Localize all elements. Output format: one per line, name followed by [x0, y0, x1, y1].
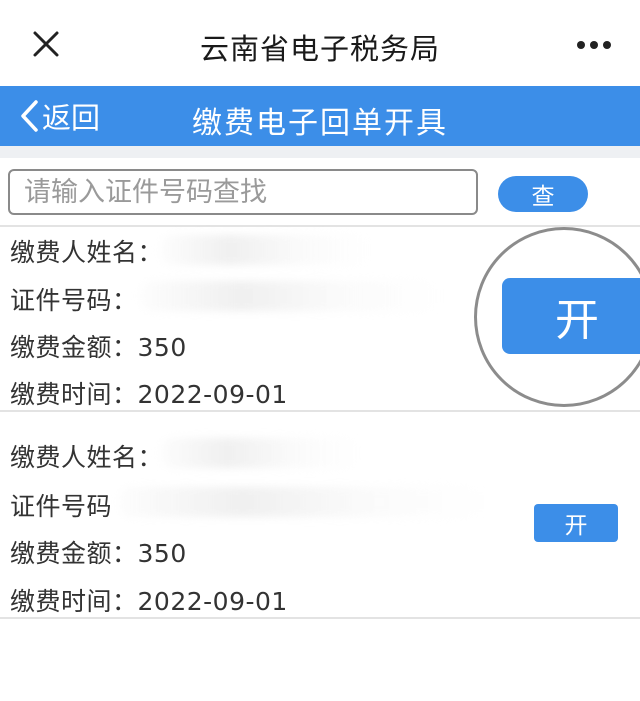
open-receipt-button[interactable]: 开: [534, 504, 618, 542]
section-gap: [0, 146, 640, 158]
nav-bar: 返回 缴费电子回单开具: [0, 86, 640, 146]
amount-value: 350: [137, 539, 187, 568]
id-number-label: 证件号码：: [10, 286, 138, 315]
amount-row: 缴费金额：350: [10, 534, 187, 570]
amount-row: 缴费金额：350: [10, 328, 187, 364]
redacted-payer-name: [160, 438, 360, 468]
redacted-id-number: [140, 281, 440, 311]
payer-name-label: 缴费人姓名：: [10, 238, 164, 267]
divider: [0, 410, 640, 412]
time-value: 2022-09-01: [137, 380, 288, 409]
id-number-label: 证件号码: [10, 492, 113, 521]
time-value: 2022-09-01: [137, 587, 288, 616]
browser-title-bar: 云南省电子税务局: [0, 0, 640, 86]
redacted-payer-name: [160, 235, 370, 265]
time-label: 缴费时间：: [10, 587, 138, 616]
time-row: 缴费时间：2022-09-01: [10, 375, 288, 411]
window-title: 云南省电子税务局: [199, 32, 440, 66]
amount-value: 350: [137, 333, 187, 362]
id-number-search-input[interactable]: [8, 169, 478, 215]
divider: [0, 617, 640, 619]
page: 云南省电子税务局 返回 缴费电子回单开具 查 缴费人姓名： 证件号码： 缴费: [0, 0, 640, 701]
page-title: 缴费电子回单开具: [192, 106, 448, 141]
divider: [0, 225, 640, 227]
amount-label: 缴费金额：: [10, 539, 138, 568]
open-receipt-button[interactable]: 开: [502, 278, 640, 354]
more-icon[interactable]: [576, 36, 612, 49]
redacted-id-number: [118, 487, 488, 517]
amount-label: 缴费金额：: [10, 333, 138, 362]
search-button[interactable]: 查: [498, 176, 588, 212]
time-row: 缴费时间：2022-09-01: [10, 582, 288, 618]
payer-name-label: 缴费人姓名：: [10, 443, 164, 472]
time-label: 缴费时间：: [10, 380, 138, 409]
